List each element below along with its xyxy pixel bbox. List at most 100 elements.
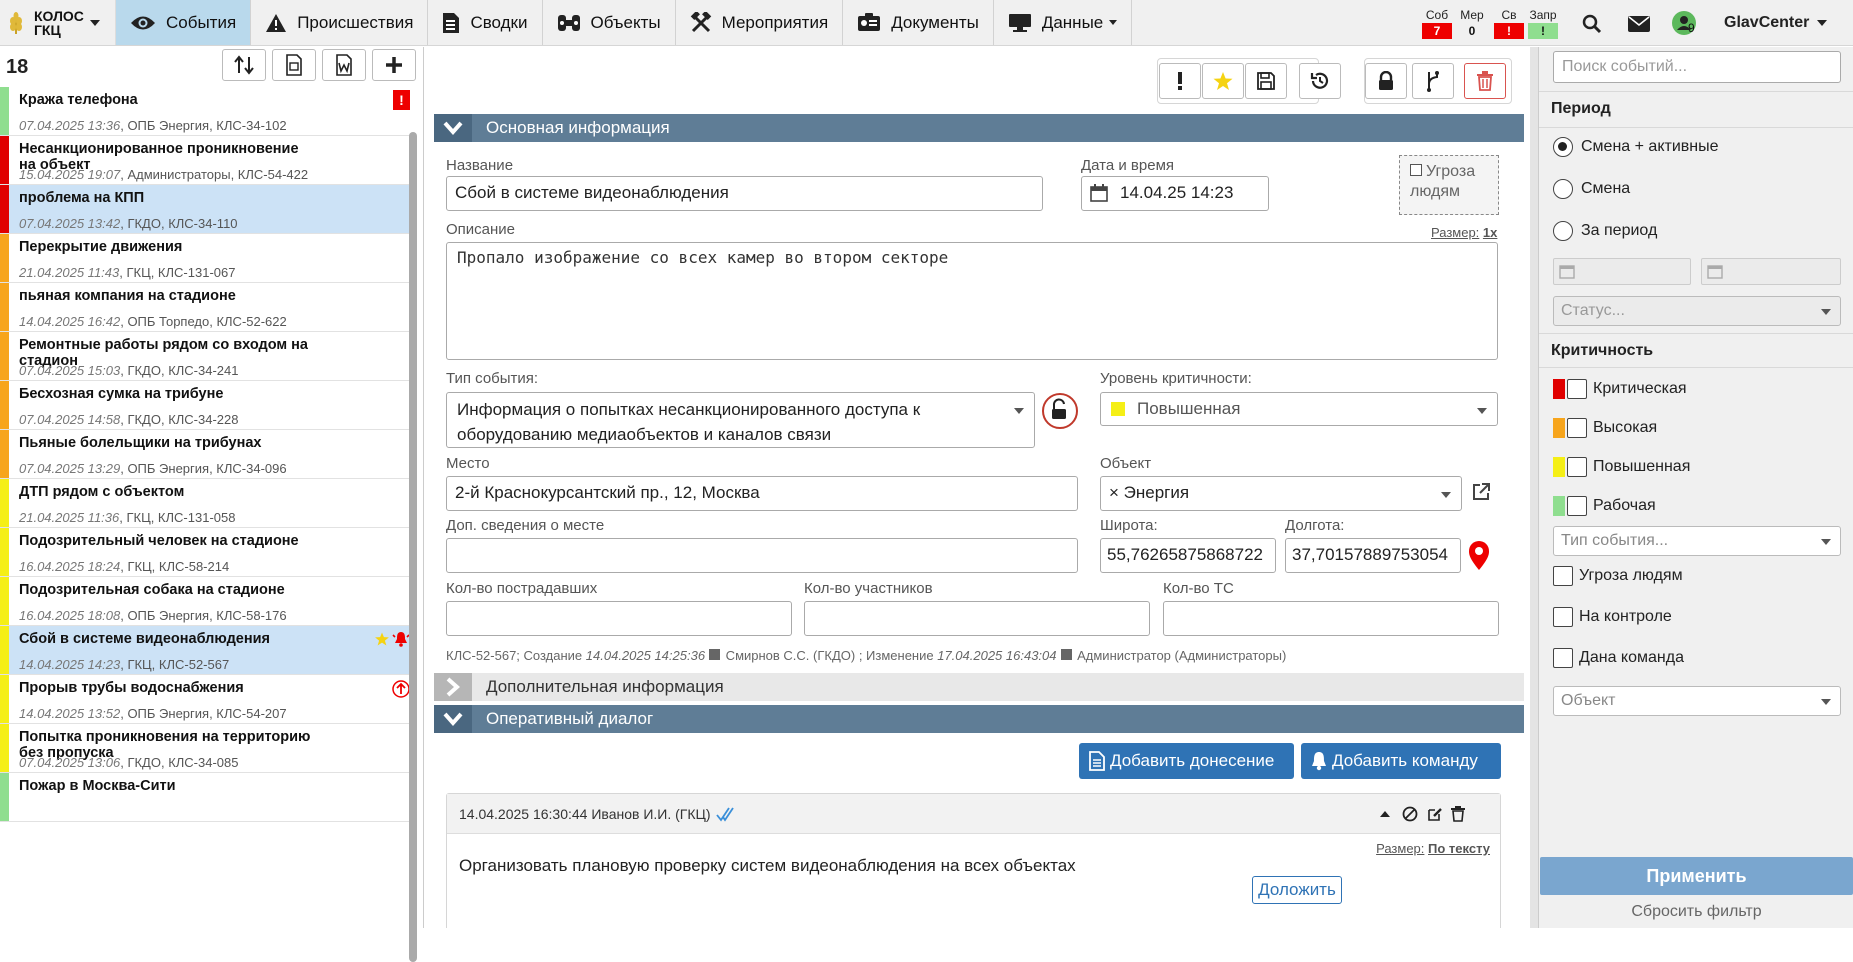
- branch-button[interactable]: [1412, 63, 1454, 99]
- counter-activities[interactable]: Мер 0: [1457, 8, 1487, 39]
- collapse-up-icon[interactable]: [1379, 810, 1391, 818]
- section-dialog[interactable]: Оперативный диалог: [434, 705, 1524, 733]
- sort-button[interactable]: [222, 49, 266, 81]
- period-shift-radio[interactable]: Смена: [1553, 179, 1630, 199]
- panel-splitter[interactable]: [1530, 47, 1538, 928]
- nav-data[interactable]: Данные: [994, 0, 1133, 45]
- favorite-button[interactable]: [1202, 63, 1244, 99]
- search-icon[interactable]: [1582, 14, 1602, 34]
- event-meta: 07.04.2025 13:06, ГКДО, КЛС-34-085: [19, 755, 239, 770]
- event-list-item[interactable]: ДТП рядом с объектом 21.04.2025 11:36, ГК…: [0, 479, 410, 528]
- period-range-radio[interactable]: За период: [1553, 221, 1657, 241]
- event-list-item[interactable]: Сбой в системе видеонаблюдения 14.04.2025…: [0, 626, 410, 675]
- nav-objects[interactable]: Объекты: [543, 0, 676, 45]
- event-list-item[interactable]: Прорыв трубы водоснабжения 14.04.2025 13:…: [0, 675, 410, 724]
- event-title: Перекрытие движения: [19, 239, 183, 255]
- nav-events[interactable]: События: [116, 0, 252, 45]
- event-list-item[interactable]: Пьяные болельщики на трибунах 07.04.2025 …: [0, 430, 410, 479]
- place-field[interactable]: 2-й Краснокурсантский пр., 12, Москва: [446, 476, 1078, 511]
- counter-events[interactable]: Соб 7: [1422, 8, 1452, 39]
- section-extra-info[interactable]: Дополнительная информация: [434, 673, 1524, 701]
- lock-button[interactable]: [1365, 63, 1407, 99]
- object-filter-select[interactable]: Объект: [1553, 686, 1841, 716]
- section-main-info[interactable]: Основная информация: [434, 114, 1524, 142]
- period-end-date[interactable]: [1701, 258, 1841, 285]
- control-filter-checkbox[interactable]: На контроле: [1553, 607, 1672, 627]
- map-pin-icon[interactable]: [1465, 540, 1493, 572]
- important-button[interactable]: [1159, 63, 1201, 99]
- command-filter-checkbox[interactable]: Дана команда: [1553, 648, 1684, 668]
- export-pdf-button[interactable]: [272, 49, 316, 81]
- latitude-field[interactable]: 55,76265875868722: [1100, 538, 1276, 573]
- export-word-button[interactable]: [322, 49, 366, 81]
- floppy-disk-icon: [1257, 72, 1275, 90]
- criticality-bar: [0, 626, 9, 674]
- mail-icon[interactable]: [1628, 16, 1650, 32]
- unlock-icon[interactable]: [1041, 392, 1079, 430]
- cancel-icon[interactable]: [1402, 806, 1418, 822]
- creator-square-icon: [709, 649, 721, 660]
- crit-elevated-checkbox[interactable]: Повышенная: [1553, 457, 1690, 477]
- event-type-select[interactable]: Информация о попытках несанкционированно…: [446, 392, 1035, 448]
- radio-selected-indicator: [1553, 137, 1573, 157]
- crit-critical-checkbox[interactable]: Критическая: [1553, 379, 1687, 399]
- status-select[interactable]: Статус...: [1553, 296, 1841, 326]
- place-extra-field[interactable]: [446, 538, 1078, 573]
- event-meta: 07.04.2025 13:29, ОПБ Энергия, КЛС-34-09…: [19, 461, 287, 476]
- counter-requests[interactable]: Запр !: [1528, 8, 1558, 39]
- save-button[interactable]: [1245, 63, 1287, 99]
- period-shift-active-radio[interactable]: Смена + активные: [1553, 137, 1719, 157]
- event-list-item[interactable]: пьяная компания на стадионе 14.04.2025 16…: [0, 283, 410, 332]
- reset-filter-link[interactable]: Сбросить фильтр: [1539, 903, 1853, 921]
- description-size-control[interactable]: Размер: 1x: [1431, 225, 1497, 240]
- history-button[interactable]: [1299, 63, 1341, 99]
- period-start-date[interactable]: [1553, 258, 1691, 285]
- threat-checkbox[interactable]: Угроза людям: [1399, 155, 1499, 215]
- report-button[interactable]: Доложить: [1252, 876, 1342, 904]
- event-list-item[interactable]: Подозрительный человек на стадионе 16.04.…: [0, 528, 410, 577]
- event-list-item[interactable]: Ремонтные работы рядом со входом на стад…: [0, 332, 410, 381]
- edit-icon[interactable]: [1427, 806, 1443, 822]
- event-list-item[interactable]: Кража телефона 07.04.2025 13:36, ОПБ Энер…: [0, 87, 410, 136]
- criticality-title: Критичность: [1551, 342, 1654, 359]
- event-list-item[interactable]: Перекрытие движения 21.04.2025 11:43, ГКЦ…: [0, 234, 410, 283]
- user-menu[interactable]: GlavCenter: [1724, 14, 1828, 32]
- victims-field[interactable]: [446, 601, 792, 636]
- event-list-item[interactable]: Несанкционированное проникновение на объ…: [0, 136, 410, 185]
- counter-summaries[interactable]: Св !: [1494, 8, 1524, 39]
- add-command-button[interactable]: Добавить команду: [1301, 743, 1501, 779]
- threat-filter-checkbox[interactable]: Угроза людям: [1553, 566, 1683, 586]
- event-list-item[interactable]: Попытка проникновения на территорию без …: [0, 724, 410, 773]
- message-size-control[interactable]: Размер: По тексту: [1376, 841, 1490, 856]
- add-report-button[interactable]: Добавить донесение: [1079, 743, 1294, 779]
- search-field[interactable]: Поиск событий...: [1553, 51, 1841, 83]
- event-list-item[interactable]: Пожар в Москва-Сити: [0, 773, 410, 822]
- event-type-filter-select[interactable]: Тип события...: [1553, 526, 1841, 556]
- nav-documents[interactable]: Документы: [843, 0, 994, 45]
- trash-icon[interactable]: [1451, 806, 1465, 822]
- name-field[interactable]: Сбой в системе видеонаблюдения: [446, 176, 1043, 211]
- contacts-button[interactable]: 9: [1672, 11, 1696, 35]
- vehicles-field[interactable]: [1163, 601, 1499, 636]
- add-event-button[interactable]: [372, 49, 416, 81]
- event-list-item[interactable]: Подозрительная собака на стадионе 16.04.2…: [0, 577, 410, 626]
- crit-working-checkbox[interactable]: Рабочая: [1553, 496, 1656, 516]
- nav-incidents[interactable]: Происшествия: [251, 0, 429, 45]
- crit-high-checkbox[interactable]: Высокая: [1553, 418, 1657, 438]
- apply-filter-button[interactable]: Применить: [1540, 857, 1853, 895]
- longitude-field[interactable]: 37,70157889753054: [1285, 538, 1461, 573]
- event-list-item[interactable]: проблема на КПП 07.04.2025 13:42, ГКДО, К…: [0, 185, 410, 234]
- participants-field[interactable]: [804, 601, 1150, 636]
- description-field[interactable]: Пропало изображение со всех камер во вто…: [446, 242, 1498, 360]
- brand-menu[interactable]: КОЛОС ГКЦ: [0, 0, 116, 45]
- criticality-select[interactable]: Повышенная: [1100, 392, 1498, 426]
- delete-button[interactable]: [1464, 63, 1506, 99]
- event-list-item[interactable]: Бесхозная сумка на трибуне 07.04.2025 14:…: [0, 381, 410, 430]
- event-list-scrollbar[interactable]: [409, 132, 417, 962]
- date-field[interactable]: 14.04.25 14:23: [1081, 176, 1269, 211]
- event-list-header: 18: [0, 47, 423, 87]
- object-select[interactable]: × Энергия: [1100, 476, 1462, 511]
- nav-activities[interactable]: Мероприятия: [676, 0, 844, 45]
- nav-summaries[interactable]: Сводки: [428, 0, 543, 45]
- external-link-icon[interactable]: [1471, 482, 1491, 502]
